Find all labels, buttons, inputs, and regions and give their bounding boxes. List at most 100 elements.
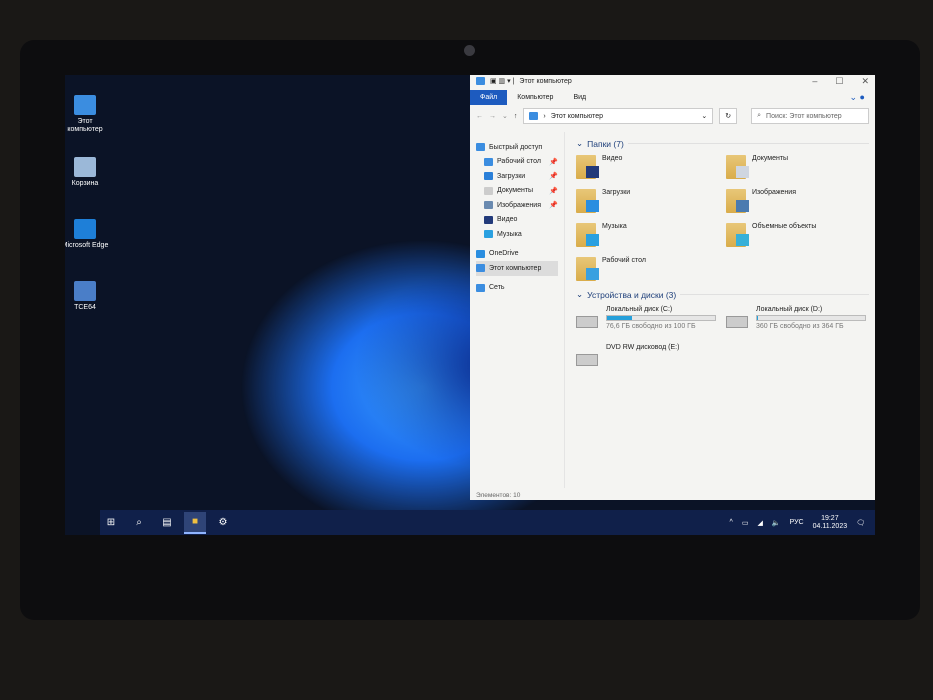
drive-icon	[576, 316, 598, 328]
desktop-icon[interactable]: TCE64	[65, 281, 110, 312]
recent-button[interactable]: ⌄	[502, 112, 508, 120]
drive-label: Локальный диск (C:)	[606, 306, 673, 313]
chevron-up-icon[interactable]: ^	[730, 519, 733, 526]
battery-icon[interactable]: ▭	[742, 519, 749, 527]
desktop-icon[interactable]: Корзина	[65, 157, 110, 188]
start-button[interactable]: ⊞	[100, 512, 122, 534]
notifications-icon[interactable]: 🗨	[856, 519, 865, 527]
folder-icon	[576, 223, 599, 247]
tab-computer[interactable]: Компьютер	[507, 90, 563, 105]
drives-header[interactable]: ⌄ Устройства и диски (3)	[576, 289, 869, 300]
nav-item[interactable]: Загрузки 📌	[476, 169, 558, 184]
drive-free-space: 76,6 ГБ свободно из 100 ГБ	[606, 323, 696, 330]
folder-item[interactable]: Объемные объекты	[726, 223, 875, 249]
help-icon[interactable]: ⌄ ●	[840, 90, 875, 105]
nav-item[interactable]: Сеть	[476, 281, 558, 296]
address-bar[interactable]: › Этот компьютер ⌄	[523, 108, 714, 124]
nav-item-label: Документы	[497, 187, 534, 195]
nav-item-label: Загрузки	[497, 172, 526, 180]
maximize-button[interactable]: ☐	[835, 76, 843, 87]
title-bar: ▣ ▥ ▾ | Этот компьютер – ☐ ✕	[470, 75, 875, 90]
address-text: Этот компьютер	[550, 112, 604, 120]
nav-item-label: Музыка	[497, 230, 522, 238]
folders-header[interactable]: ⌄ Папки (7)	[576, 138, 869, 149]
date: 04.11.2023	[812, 522, 848, 530]
taskbar-settings[interactable]: ⚙	[212, 512, 234, 534]
drive-item[interactable]: Локальный диск (C:) 76,6 ГБ свободно из 1…	[576, 306, 726, 336]
nav-item[interactable]: Документы 📌	[476, 184, 558, 199]
drive-item[interactable]: DVD RW дисковод (E:)	[576, 344, 726, 374]
drive-usage-bar	[606, 315, 716, 321]
folder-item[interactable]: Видео	[576, 155, 726, 181]
nav-item[interactable]: Изображения 📌	[476, 198, 558, 213]
nav-item[interactable]: Этот компьютер	[476, 261, 558, 276]
search-icon: ⌕	[757, 112, 762, 119]
drives-header-text: Устройства и диски (3)	[587, 289, 677, 300]
taskbar-explorer[interactable]: ■	[184, 511, 206, 534]
forward-button[interactable]: →	[489, 113, 496, 120]
folder-label: Загрузки	[602, 189, 631, 196]
drive-item[interactable]: Локальный диск (D:) 360 ГБ свободно из 36…	[726, 306, 875, 336]
nav-item-label: OneDrive	[489, 250, 519, 258]
nav-item[interactable]: Быстрый доступ	[476, 140, 558, 155]
nav-item[interactable]: Музыка	[476, 227, 558, 242]
status-bar: Элементов: 10	[476, 492, 521, 499]
folder-label: Музыка	[602, 223, 627, 230]
content-pane: ⌄ Папки (7) Видео Документы Загрузки Изобра…	[570, 132, 875, 488]
nav-item-icon	[484, 186, 493, 195]
folder-item[interactable]: Изображения	[726, 189, 875, 215]
drive-label: Локальный диск (D:)	[756, 306, 823, 313]
navigation-pane: Быстрый доступ Рабочий стол 📌 Загрузки 📌 Доку…	[470, 132, 565, 488]
tab-view[interactable]: Вид	[563, 90, 596, 105]
quick-access-toolbar-icon[interactable]: ▣ ▥ ▾ |	[490, 77, 514, 85]
language-indicator[interactable]: РУС	[790, 519, 804, 526]
clock[interactable]: 19:27 04.11.2023	[813, 515, 848, 531]
nav-item-label: Этот компьютер	[489, 264, 542, 272]
folder-item[interactable]: Документы	[726, 155, 875, 181]
folder-item[interactable]: Загрузки	[576, 189, 726, 215]
desktop-icon-image	[74, 281, 96, 301]
folder-item[interactable]: Рабочий стол	[576, 257, 726, 283]
refresh-button[interactable]: ↻	[719, 108, 738, 124]
computer-icon	[529, 112, 539, 120]
drive-label: DVD RW дисковод (E:)	[606, 344, 680, 351]
desktop-icon-label: Microsoft Edge	[65, 242, 109, 249]
nav-item[interactable]: Рабочий стол 📌	[476, 155, 558, 170]
nav-item-icon	[484, 230, 493, 239]
nav-item-icon	[484, 157, 493, 166]
back-button[interactable]: ←	[476, 113, 483, 120]
nav-item-label: Сеть	[489, 284, 505, 292]
desktop-icon-image	[74, 219, 96, 239]
up-button[interactable]: ↑	[514, 113, 518, 120]
nav-item-icon	[484, 172, 493, 181]
pin-icon: 📌	[549, 187, 558, 195]
taskbar: ⊞ ⌕ ▤ ■ ⚙ ^ ▭ ◢ 🔈 РУС 19:27 04.11.2023 🗨	[100, 510, 875, 535]
close-button[interactable]: ✕	[861, 76, 869, 87]
minimize-button[interactable]: –	[812, 76, 817, 87]
folders-header-text: Папки (7)	[587, 138, 624, 149]
window-title: Этот компьютер	[519, 77, 572, 85]
pin-icon: 📌	[549, 158, 558, 166]
nav-item-label: Изображения	[497, 201, 541, 209]
desktop-icon[interactable]: Этот компьютер	[65, 95, 110, 134]
tab-file[interactable]: Файл	[470, 90, 508, 105]
pin-icon: 📌	[549, 202, 558, 210]
desktop-icon-label: Корзина	[71, 180, 99, 187]
task-view-button[interactable]: ▤	[156, 512, 178, 534]
desktop-icon[interactable]: Microsoft Edge	[65, 219, 110, 250]
search-placeholder: Поиск: Этот компьютер	[766, 112, 842, 120]
folder-item[interactable]: Музыка	[576, 223, 726, 249]
search-button[interactable]: ⌕	[128, 512, 150, 534]
folder-icon	[726, 189, 749, 213]
folder-icon	[726, 223, 749, 247]
folder-label: Объемные объекты	[752, 223, 817, 230]
nav-item[interactable]: OneDrive	[476, 247, 558, 262]
volume-icon[interactable]: 🔈	[772, 519, 781, 527]
search-input[interactable]: ⌕ Поиск: Этот компьютер	[751, 108, 870, 124]
nav-item-label: Рабочий стол	[497, 158, 541, 166]
nav-item[interactable]: Видео	[476, 213, 558, 228]
nav-item-label: Быстрый доступ	[489, 143, 543, 151]
computer-icon	[476, 77, 485, 85]
network-icon[interactable]: ◢	[757, 519, 762, 527]
folder-label: Рабочий стол	[602, 257, 646, 264]
